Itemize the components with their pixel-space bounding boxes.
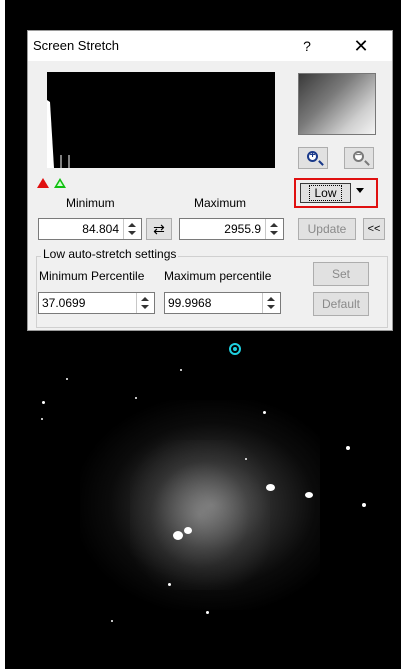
min-percentile-spinner[interactable] [136,293,154,313]
spin-up-icon[interactable] [270,223,278,227]
maximum-spinner[interactable] [265,219,283,239]
star [266,484,275,491]
zoom-out-button[interactable]: − [344,147,374,169]
preset-label: Low [309,185,342,201]
star [135,397,137,399]
spin-up-icon[interactable] [267,297,275,301]
star [305,492,313,498]
screen-stretch-dialog: Screen Stretch ? ✕ + − Low Minimum Maxim… [27,30,393,331]
default-button[interactable]: Default [313,292,369,316]
zoom-in-button[interactable]: + [298,147,328,169]
star [206,611,209,614]
star [263,411,266,414]
right-edge [401,0,407,669]
spin-down-icon[interactable] [141,305,149,309]
update-button[interactable]: Update [298,218,356,240]
star [180,369,182,371]
star [111,620,113,622]
min-percentile-input[interactable]: 37.0699 [38,292,155,314]
histogram[interactable] [47,72,275,168]
group-title: Low auto-stretch settings [41,247,179,261]
zoom-in-icon: + [307,151,318,162]
collapse-button[interactable]: << [363,218,385,240]
max-percentile-value: 99.9968 [168,296,212,310]
max-percentile-input[interactable]: 99.9968 [164,292,281,314]
chevron-down-icon[interactable] [356,188,364,193]
swap-button[interactable]: ⇄ [146,218,172,240]
set-button[interactable]: Set [313,262,369,286]
title-bar[interactable]: Screen Stretch ? ✕ [28,31,392,61]
max-percentile-label: Maximum percentile [164,269,272,283]
minimum-spinner[interactable] [123,219,141,239]
star [362,503,366,507]
star [173,531,183,540]
maximum-input[interactable]: 2955.9 [179,218,284,240]
minimum-value: 84.804 [82,222,119,236]
star [66,378,68,380]
max-percentile-spinner[interactable] [262,293,280,313]
spin-down-icon[interactable] [267,305,275,309]
spin-down-icon[interactable] [270,231,278,235]
target-marker-icon[interactable] [229,343,241,355]
spin-down-icon[interactable] [128,231,136,235]
maximum-value: 2955.9 [224,222,261,236]
help-button[interactable]: ? [296,35,318,57]
spin-up-icon[interactable] [128,223,136,227]
left-edge [0,0,5,669]
close-button[interactable]: ✕ [346,33,376,59]
min-percentile-label: Minimum Percentile [39,269,145,283]
min-percentile-value: 37.0699 [42,296,86,310]
star [41,418,43,420]
histogram-curve [47,100,70,168]
spin-up-icon[interactable] [141,297,149,301]
star [245,458,247,460]
nebula-core [130,440,270,590]
maximum-label: Maximum [194,196,247,210]
dialog-title: Screen Stretch [33,38,119,53]
star [346,446,350,450]
stretch-preview [298,73,376,135]
star [184,527,192,534]
star [42,401,45,404]
zoom-out-icon: − [353,151,364,162]
preset-value[interactable]: Low [300,183,351,203]
maximum-marker[interactable] [54,178,66,188]
preset-dropdown[interactable]: Low [294,178,378,208]
minimum-label: Minimum [66,196,115,210]
star [168,583,171,586]
minimum-marker[interactable] [37,178,49,188]
minimum-input[interactable]: 84.804 [38,218,142,240]
